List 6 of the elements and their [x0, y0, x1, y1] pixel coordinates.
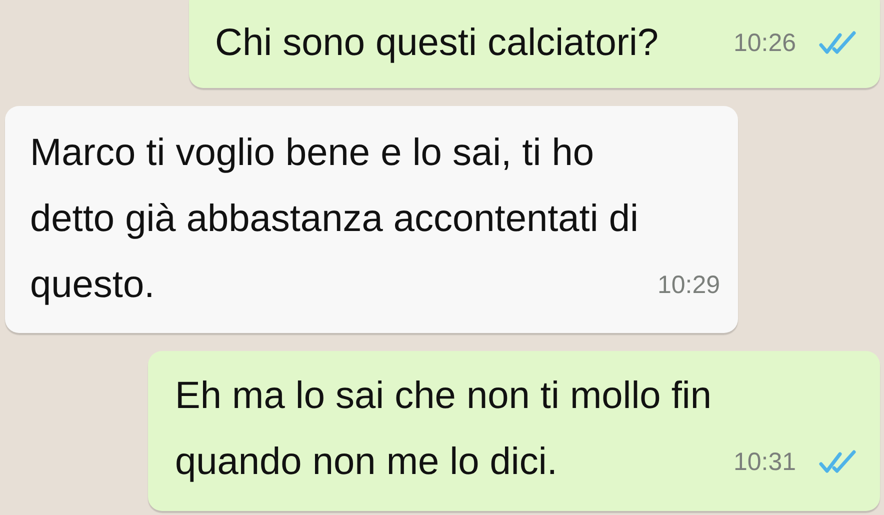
message-time: 10:29	[657, 270, 720, 300]
message-time: 10:31	[733, 447, 796, 477]
message-text: Marco ti voglio bene e lo sai, ti ho detto già abbastanza accontentati di questo.	[30, 131, 640, 308]
message-text: Eh ma lo sai che non ti mollo fin quando non me lo dici.	[175, 374, 712, 485]
message-text: Chi sono questi calciatori?	[215, 21, 659, 66]
message-time: 10:26	[733, 28, 796, 58]
